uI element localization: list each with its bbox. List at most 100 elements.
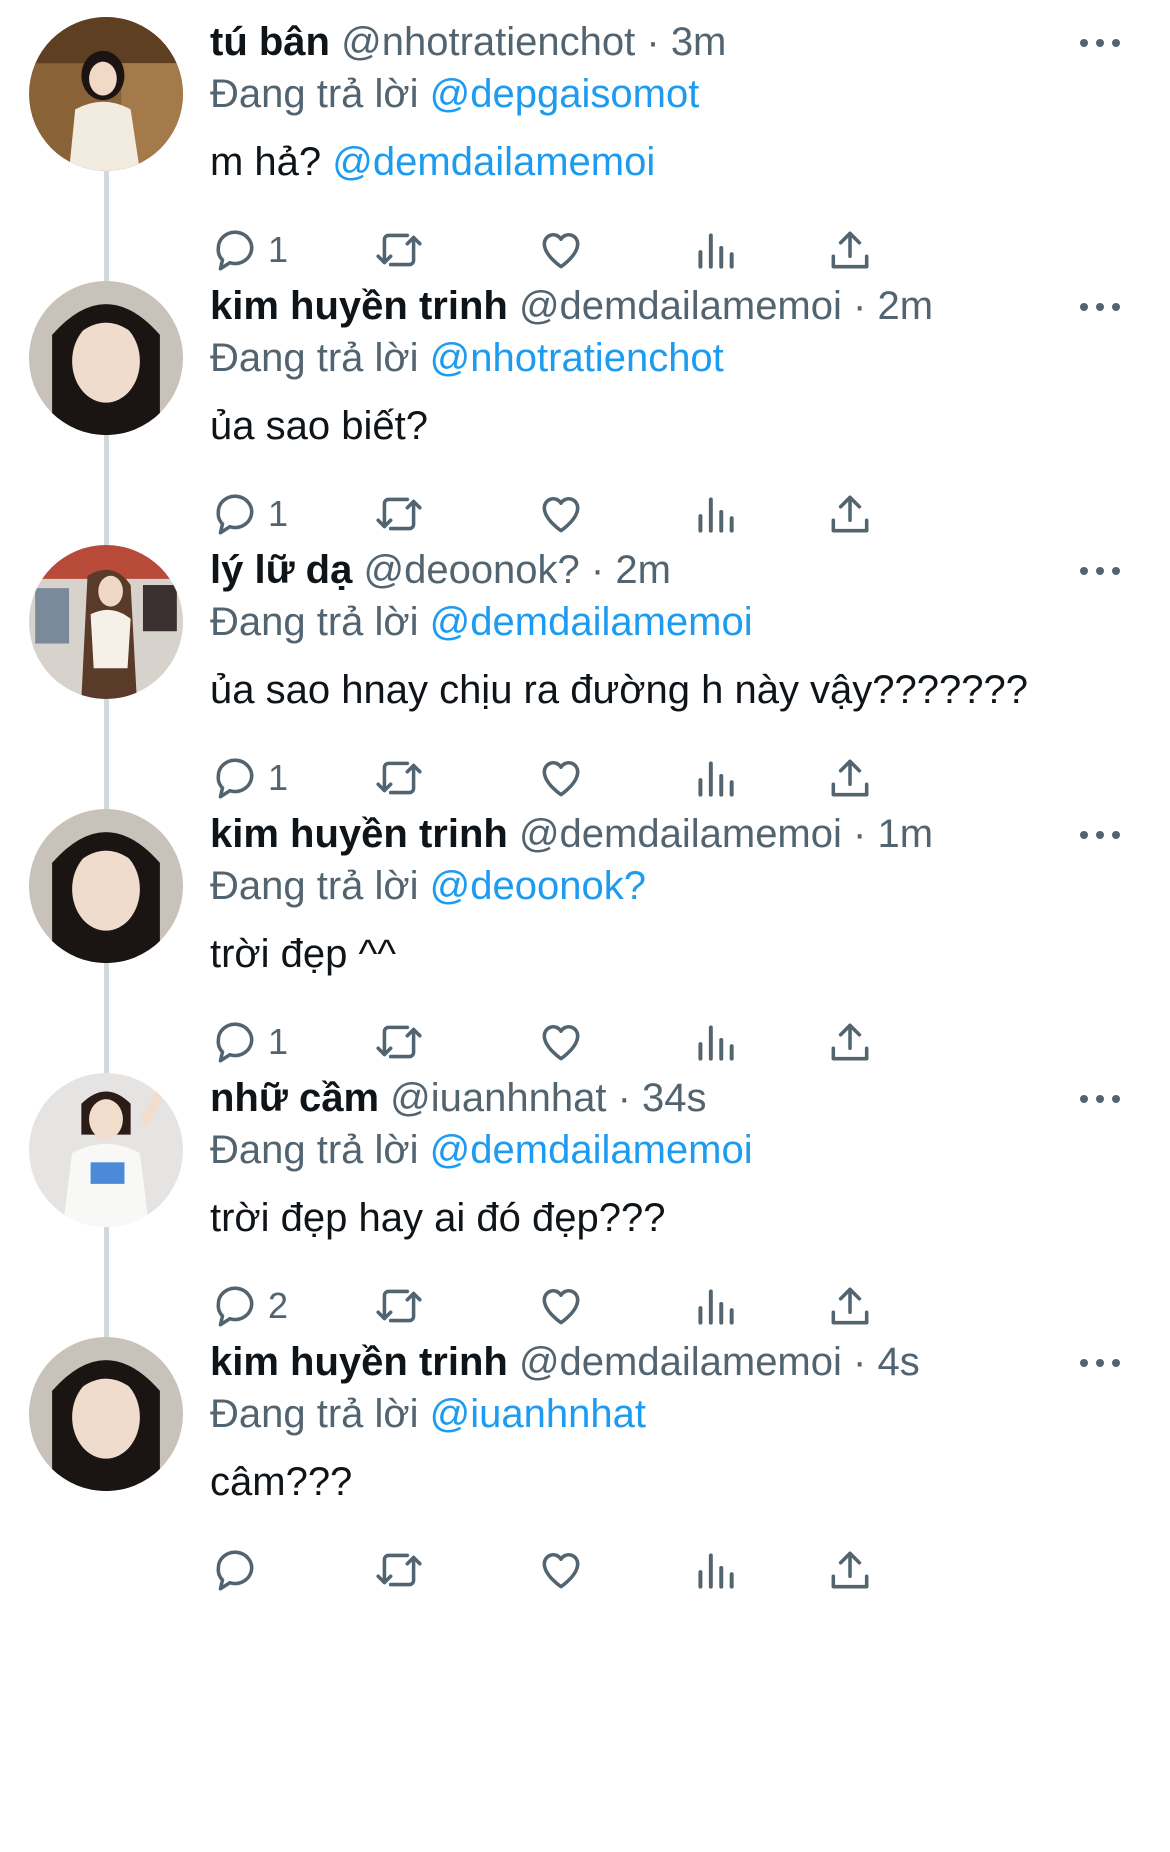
avatar[interactable] <box>29 1073 183 1227</box>
more-dot <box>1080 303 1088 311</box>
timestamp[interactable]: 2m <box>877 284 933 328</box>
tweet-text: trời đẹp ^^ <box>210 930 396 978</box>
user-handle[interactable]: @nhotratienchot <box>341 20 635 64</box>
tweet-body: m hả? <box>210 140 333 184</box>
avatar[interactable] <box>29 17 183 171</box>
user-handle[interactable]: @demdailamemoi <box>519 1340 842 1384</box>
timestamp[interactable]: 4s <box>877 1340 919 1384</box>
more-dot <box>1080 567 1088 575</box>
tweet-header: kim huyền trinh @demdailamemoi · 2m <box>210 282 933 330</box>
heart-icon <box>536 1545 586 1595</box>
tweet-text: câm??? <box>210 1458 352 1506</box>
timestamp[interactable]: 3m <box>671 20 727 64</box>
avatar-photo <box>29 545 183 699</box>
user-handle[interactable]: @deoonok? <box>363 548 579 592</box>
timestamp[interactable]: 34s <box>642 1076 707 1120</box>
reply-prefix: Đang trả lời <box>210 1392 419 1436</box>
avatar[interactable] <box>29 545 183 699</box>
more-dot <box>1112 1359 1120 1367</box>
more-dots-icon[interactable] <box>1080 28 1120 58</box>
avatar-photo <box>29 1073 183 1227</box>
user-handle[interactable]: @demdailamemoi <box>519 812 842 856</box>
more-dot <box>1096 1359 1104 1367</box>
reply-prefix: Đang trả lời <box>210 1128 419 1172</box>
reply-to-mention[interactable]: @depgaisomot <box>430 72 700 116</box>
tweet-text: trời đẹp hay ai đó đẹp??? <box>210 1194 665 1242</box>
tweet-header: kim huyền trinh @demdailamemoi · 4s <box>210 1338 920 1386</box>
display-name[interactable]: tú bân <box>210 20 330 64</box>
display-name[interactable]: nhữ cầm <box>210 1076 379 1120</box>
speech-bubble-icon <box>210 1545 260 1595</box>
reply-prefix: Đang trả lời <box>210 336 419 380</box>
more-dots-icon[interactable] <box>1080 820 1120 850</box>
user-handle[interactable]: @demdailamemoi <box>519 284 842 328</box>
reply-context: Đang trả lời @demdailamemoi <box>210 1126 753 1174</box>
tweet-header: nhữ cầm @iuanhnhat · 34s <box>210 1074 707 1122</box>
avatar-photo <box>29 17 183 171</box>
reply-to-mention[interactable]: @demdailamemoi <box>430 600 753 644</box>
more-dot <box>1112 39 1120 47</box>
tweet-body: ủa sao biết? <box>210 404 428 448</box>
avatar[interactable] <box>29 1337 183 1491</box>
more-dots-icon[interactable] <box>1080 556 1120 586</box>
user-handle[interactable]: @iuanhnhat <box>390 1076 606 1120</box>
more-dots-icon[interactable] <box>1080 292 1120 322</box>
reply-to-mention[interactable]: @iuanhnhat <box>430 1392 646 1436</box>
separator-dot: · <box>853 1340 867 1384</box>
reply-prefix: Đang trả lời <box>210 600 419 644</box>
avatar-photo <box>29 281 183 435</box>
more-dots-icon[interactable] <box>1080 1348 1120 1378</box>
more-dot <box>1080 1095 1088 1103</box>
reply-context: Đang trả lời @depgaisomot <box>210 70 699 118</box>
reply-context: Đang trả lời @nhotratienchot <box>210 334 724 382</box>
tweet-text: ủa sao biết? <box>210 402 428 450</box>
more-dot <box>1096 1095 1104 1103</box>
tweet-6[interactable]: kim huyền trinh @demdailamemoi · 4s Đang… <box>0 1320 1170 1630</box>
reply-context: Đang trả lời @deoonok? <box>210 862 646 910</box>
display-name[interactable]: lý lữ dạ <box>210 548 352 592</box>
tweet-header: lý lữ dạ @deoonok? · 2m <box>210 546 671 594</box>
display-name[interactable]: kim huyền trinh <box>210 1340 508 1384</box>
avatar[interactable] <box>29 809 183 963</box>
tweet-header: tú bân @nhotratienchot · 3m <box>210 18 726 66</box>
share-upload-icon <box>825 1545 875 1595</box>
tweet-text: m hả? @demdailamemoi <box>210 138 655 186</box>
avatar[interactable] <box>29 281 183 435</box>
separator-dot: · <box>646 20 660 64</box>
avatar-photo <box>29 1337 183 1491</box>
separator-dot: · <box>590 548 605 592</box>
share-button[interactable] <box>825 1542 875 1598</box>
more-dot <box>1080 1359 1088 1367</box>
separator-dot: · <box>853 812 867 856</box>
more-dot <box>1112 567 1120 575</box>
more-dot <box>1096 567 1104 575</box>
reply-prefix: Đang trả lời <box>210 72 419 116</box>
timestamp[interactable]: 1m <box>877 812 933 856</box>
avatar-photo <box>29 809 183 963</box>
more-dot <box>1096 39 1104 47</box>
reply-to-mention[interactable]: @deoonok? <box>430 864 646 908</box>
reply-to-mention[interactable]: @nhotratienchot <box>430 336 724 380</box>
retweet-button[interactable] <box>374 1542 424 1598</box>
reply-context: Đang trả lời @iuanhnhat <box>210 1390 646 1438</box>
tweet-body: câm??? <box>210 1460 353 1504</box>
reply-button[interactable] <box>210 1542 268 1598</box>
reply-to-mention[interactable]: @demdailamemoi <box>430 1128 753 1172</box>
display-name[interactable]: kim huyền trinh <box>210 284 508 328</box>
reply-prefix: Đang trả lời <box>210 864 419 908</box>
action-bar <box>210 1542 1170 1598</box>
like-button[interactable] <box>536 1542 586 1598</box>
text-mention[interactable]: @demdailamemoi <box>332 140 655 184</box>
more-dot <box>1112 831 1120 839</box>
more-dot <box>1096 303 1104 311</box>
views-button[interactable] <box>690 1542 740 1598</box>
tweet-body: ủa sao hnay chịu ra đường h này vậy?????… <box>210 668 1029 712</box>
tweet-header: kim huyền trinh @demdailamemoi · 1m <box>210 810 933 858</box>
separator-dot: · <box>853 284 867 328</box>
reply-context: Đang trả lời @demdailamemoi <box>210 598 753 646</box>
more-dots-icon[interactable] <box>1080 1084 1120 1114</box>
bar-chart-icon <box>690 1545 740 1595</box>
display-name[interactable]: kim huyền trinh <box>210 812 508 856</box>
reply-thread: tú bân @nhotratienchot · 3m Đang trả lời… <box>0 0 1170 1852</box>
timestamp[interactable]: 2m <box>615 548 671 592</box>
